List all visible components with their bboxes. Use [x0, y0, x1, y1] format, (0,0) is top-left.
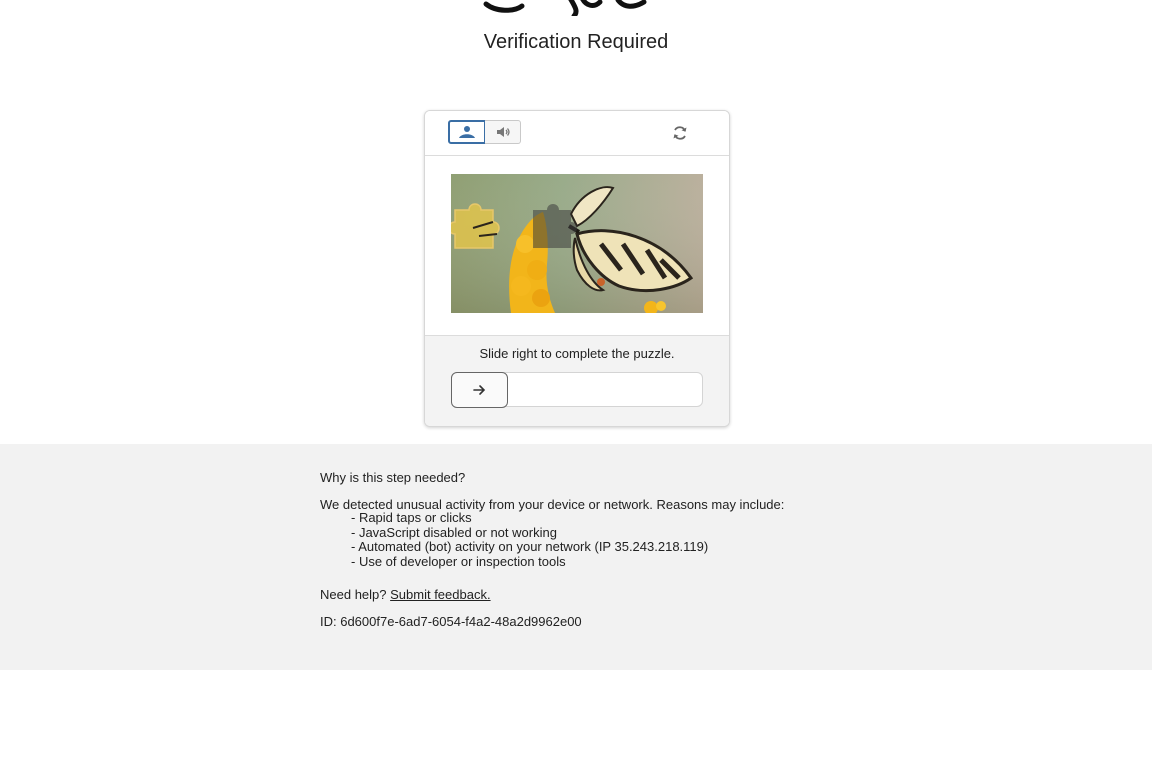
request-id: ID: 6d600f7e-6ad7-6054-f4a2-48a2d9962e00 — [320, 614, 582, 629]
page-title: Verification Required — [483, 31, 669, 53]
speaker-icon — [496, 127, 510, 137]
info-section: Why is this step needed? We detected unu… — [0, 444, 1152, 670]
captcha-widget: Slide right to complete the puzzle. — [424, 110, 730, 427]
help-prefix: Need help? — [320, 587, 387, 602]
puzzle-image — [451, 174, 703, 313]
list-item: - Use of developer or inspection tools — [351, 553, 566, 569]
brand-logo — [0, 0, 1152, 16]
refresh-button[interactable] — [671, 124, 689, 142]
logo-script-icon — [483, 0, 647, 16]
captcha-toolbar — [425, 111, 729, 156]
why-heading: Why is this step needed? — [320, 470, 466, 485]
captcha-slider-area: Slide right to complete the puzzle. — [425, 336, 729, 426]
mountain-icon — [459, 126, 475, 138]
audio-challenge-button[interactable] — [485, 120, 521, 144]
captcha-image-area — [425, 156, 729, 336]
list-item: - JavaScript disabled or not working — [351, 524, 557, 540]
reasons-list: - Rapid taps or clicks - JavaScript disa… — [351, 510, 709, 569]
help-line: Need help? Submit feedback. — [320, 587, 491, 602]
slider-handle[interactable] — [451, 372, 508, 408]
list-item: - Rapid taps or clicks — [351, 510, 472, 525]
submit-feedback-link[interactable]: Submit feedback. — [390, 587, 490, 602]
refresh-icon — [673, 126, 687, 140]
image-challenge-button[interactable] — [448, 120, 486, 144]
slider-instruction: Slide right to complete the puzzle. — [479, 346, 675, 361]
list-item: - Automated (bot) activity on your netwo… — [351, 539, 709, 554]
arrow-right-icon — [472, 385, 485, 395]
